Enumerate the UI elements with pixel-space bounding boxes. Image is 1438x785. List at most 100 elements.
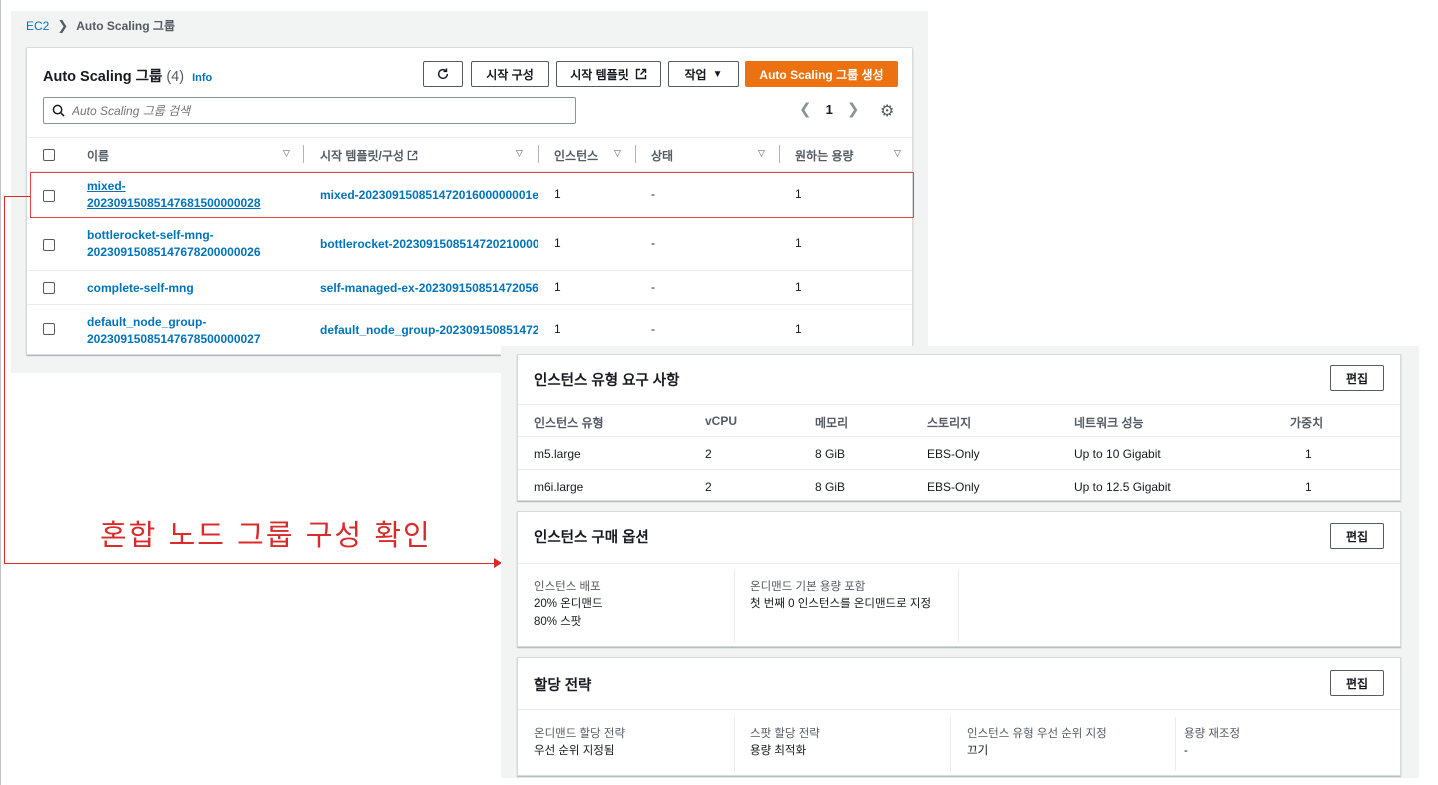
launch-config-button[interactable]: 시작 구성 bbox=[471, 61, 549, 87]
sort-icon[interactable]: ▽ bbox=[283, 148, 290, 159]
sort-icon[interactable]: ▽ bbox=[894, 148, 901, 159]
capacity-rebalance-value: - bbox=[1184, 745, 1188, 757]
network-value: Up to 12.5 Gigabit bbox=[1074, 480, 1171, 494]
column-header-instances[interactable]: 인스턴스 bbox=[554, 147, 598, 164]
edit-button[interactable]: 편집 bbox=[1330, 670, 1384, 696]
instance-type-value: m6i.large bbox=[534, 480, 584, 494]
column-divider[interactable] bbox=[303, 145, 304, 163]
launch-template-button[interactable]: 시작 템플릿 bbox=[556, 61, 661, 87]
sort-icon[interactable]: ▽ bbox=[614, 148, 621, 159]
table-row[interactable]: bottlerocket-self-mng- 20230915085147678… bbox=[27, 219, 912, 271]
edit-button[interactable]: 편집 bbox=[1330, 365, 1384, 391]
launch-template-link[interactable]: bottlerocket-20230915085147202100000 bbox=[320, 236, 538, 253]
desired-capacity-value: 1 bbox=[795, 280, 802, 294]
asg-panel: Auto Scaling 그룹 (4) Info 시작 구성 시작 템플릿 작업… bbox=[26, 47, 914, 355]
vcpu-value: 2 bbox=[705, 447, 712, 461]
asg-details-screenshot: 인스턴스 유형 요구 사항 편집 인스턴스 유형 vCPU 메모리 스토리지 네… bbox=[501, 346, 1419, 778]
breadcrumb: EC2 ❯ Auto Scaling 그룹 bbox=[26, 17, 175, 34]
breadcrumb-current: Auto Scaling 그룹 bbox=[76, 19, 176, 33]
ondemand-allocation-value: 우선 순위 지정됨 bbox=[534, 745, 615, 757]
table-header: 이름 ▽ 시작 템플릿/구성 ▽ 인스턴스 ▽ 상태 ▽ 원하는 용량 ▽ bbox=[27, 137, 912, 172]
launch-template-link[interactable]: self-managed-ex-202309150851472056 bbox=[320, 280, 538, 297]
distribution-spot-value: 80% 스팟 bbox=[534, 616, 582, 628]
column-header-status[interactable]: 상태 bbox=[651, 147, 673, 164]
asg-name-link[interactable]: bottlerocket-self-mng- 20230915085147678… bbox=[87, 227, 261, 261]
column-header-network: 네트워크 성능 bbox=[1074, 416, 1144, 430]
refresh-button[interactable] bbox=[423, 61, 463, 87]
instances-value: 1 bbox=[554, 236, 561, 250]
asg-name-line1: default_node_group- bbox=[87, 315, 207, 329]
asg-name-line1: bottlerocket-self-mng- bbox=[87, 228, 214, 242]
instance-type-priority-value: 끄기 bbox=[967, 745, 989, 757]
highlight-box bbox=[30, 172, 914, 218]
panel-header: Auto Scaling 그룹 (4) Info bbox=[43, 65, 212, 86]
sort-icon[interactable]: ▽ bbox=[516, 148, 523, 159]
pagination: ❮ 1 ❯ bbox=[799, 100, 859, 118]
column-header-weight: 가중치 bbox=[1290, 416, 1324, 430]
column-header-vcpu: vCPU bbox=[705, 414, 738, 428]
column-divider[interactable] bbox=[779, 145, 780, 163]
row-checkbox[interactable] bbox=[43, 282, 55, 294]
column-header-storage: 스토리지 bbox=[927, 416, 972, 430]
memory-value: 8 GiB bbox=[815, 480, 846, 494]
spot-allocation-label: 스팟 할당 전략 bbox=[750, 728, 820, 740]
info-link[interactable]: Info bbox=[192, 72, 212, 84]
launch-template-link[interactable]: default_node_group-202309150851472 bbox=[320, 322, 538, 339]
weight-value: 1 bbox=[1305, 480, 1312, 494]
search-input[interactable] bbox=[72, 103, 552, 118]
column-divider bbox=[950, 717, 951, 771]
chevron-right-icon[interactable]: ❯ bbox=[847, 100, 860, 118]
status-value: - bbox=[651, 322, 655, 336]
divider bbox=[518, 436, 1400, 437]
create-asg-button[interactable]: Auto Scaling 그룹 생성 bbox=[745, 61, 898, 87]
ondemand-base-value: 첫 번째 0 인스턴스를 온디맨드로 지정 bbox=[750, 598, 932, 610]
allocation-strategy-card: 할당 전략 편집 온디맨드 할당 전략 우선 순위 지정됨 스팟 할당 전략 용… bbox=[517, 657, 1401, 776]
refresh-icon bbox=[437, 68, 449, 80]
launch-template-label: 시작 템플릿 bbox=[570, 67, 629, 82]
page-number[interactable]: 1 bbox=[826, 102, 833, 117]
left-edge-line bbox=[0, 0, 1, 785]
desired-capacity-value: 1 bbox=[795, 236, 802, 250]
spot-allocation-value: 용량 최적화 bbox=[750, 745, 807, 757]
card-title: 인스턴스 유형 요구 사항 bbox=[534, 373, 680, 389]
asg-name-line2: 20230915085147678200000026 bbox=[87, 245, 261, 259]
column-header-template[interactable]: 시작 템플릿/구성 bbox=[320, 147, 418, 164]
edit-button[interactable]: 편집 bbox=[1330, 523, 1384, 549]
divider bbox=[518, 404, 1400, 405]
table-row[interactable]: complete-self-mng self-managed-ex-202309… bbox=[27, 272, 912, 305]
desired-capacity-value: 1 bbox=[795, 322, 802, 336]
purchase-options-card: 인스턴스 구매 옵션 편집 인스턴스 배포 20% 온디맨드 80% 스팟 온디… bbox=[517, 511, 1401, 647]
storage-value: EBS-Only bbox=[927, 447, 980, 461]
column-header-name[interactable]: 이름 bbox=[87, 147, 109, 164]
distribution-ondemand-value: 20% 온디맨드 bbox=[534, 598, 603, 610]
page-title: Auto Scaling 그룹 bbox=[43, 69, 163, 85]
asg-count: (4) bbox=[166, 69, 185, 85]
card-title: 인스턴스 구매 옵션 bbox=[534, 530, 649, 546]
annotation-label: 혼합 노드 그룹 구성 확인 bbox=[100, 518, 432, 552]
instance-type-requirements-card: 인스턴스 유형 요구 사항 편집 인스턴스 유형 vCPU 메모리 스토리지 네… bbox=[517, 354, 1401, 501]
column-divider[interactable] bbox=[635, 145, 636, 163]
chevron-left-icon[interactable]: ❮ bbox=[799, 100, 812, 118]
asg-list-screenshot: EC2 ❯ Auto Scaling 그룹 Auto Scaling 그룹 (4… bbox=[11, 11, 928, 373]
asg-name-link[interactable]: complete-self-mng bbox=[87, 280, 194, 297]
select-all-checkbox[interactable] bbox=[43, 149, 55, 161]
gear-icon[interactable]: ⚙ bbox=[880, 101, 894, 121]
external-link-icon bbox=[635, 68, 646, 80]
row-checkbox[interactable] bbox=[43, 239, 55, 251]
actions-dropdown[interactable]: 작업 ▼ bbox=[668, 61, 739, 87]
column-header-desired-capacity[interactable]: 원하는 용량 bbox=[795, 147, 854, 164]
ondemand-allocation-label: 온디맨드 할당 전략 bbox=[534, 728, 626, 740]
memory-value: 8 GiB bbox=[815, 447, 846, 461]
weight-value: 1 bbox=[1305, 447, 1312, 461]
instances-value: 1 bbox=[554, 280, 561, 294]
column-divider[interactable] bbox=[538, 145, 539, 163]
instance-type-value: m5.large bbox=[534, 447, 581, 461]
sort-icon[interactable]: ▽ bbox=[758, 148, 765, 159]
breadcrumb-ec2-link[interactable]: EC2 bbox=[26, 19, 49, 33]
divider bbox=[518, 563, 1400, 564]
network-value: Up to 10 Gigabit bbox=[1074, 447, 1161, 461]
row-checkbox[interactable] bbox=[43, 323, 55, 335]
status-value: - bbox=[651, 236, 655, 250]
search-input-wrapper[interactable] bbox=[43, 97, 576, 124]
asg-name-link[interactable]: default_node_group- 20230915085147678500… bbox=[87, 314, 261, 348]
